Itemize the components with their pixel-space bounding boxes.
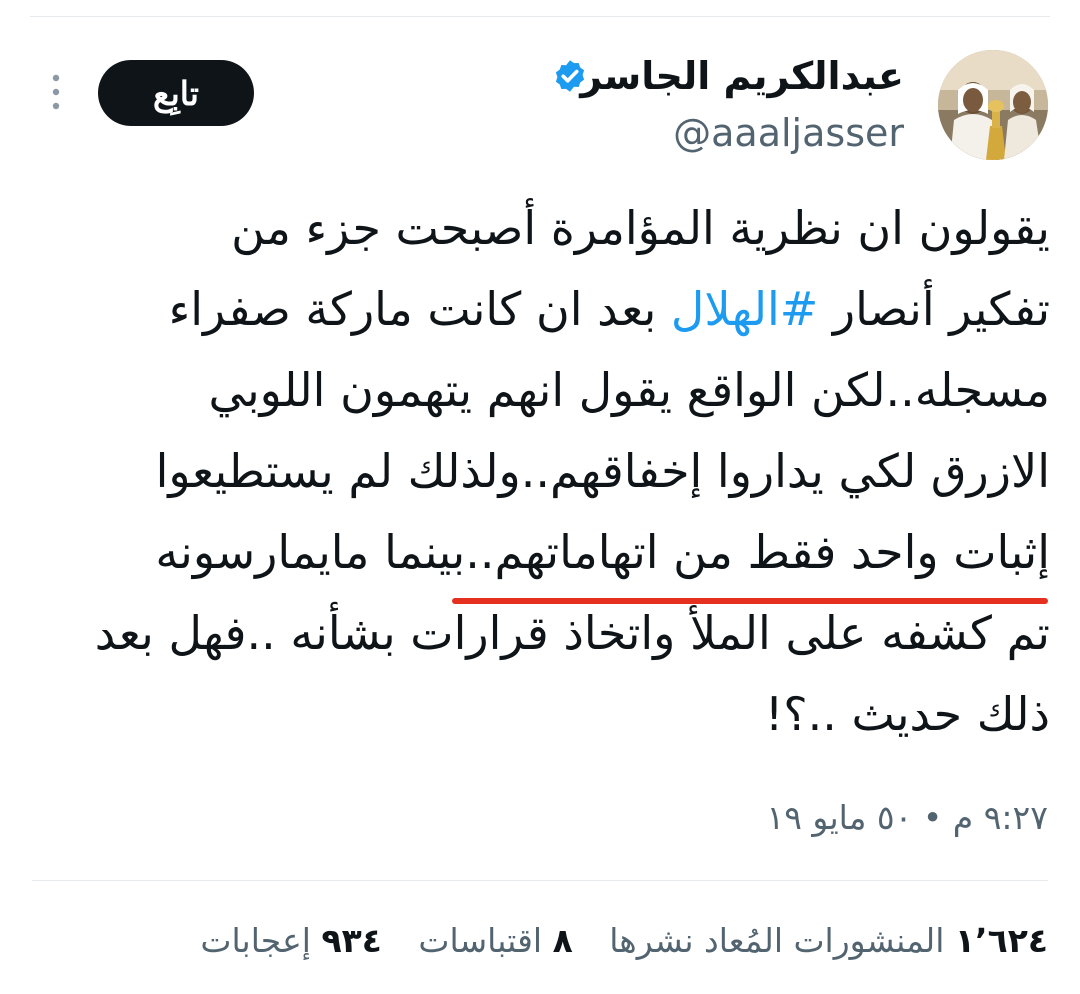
tweet-line: ذلك حديث ..؟! — [764, 687, 1050, 741]
tweet-line: إثبات واحد فقط من اتهاماتهم..بينما مايما… — [155, 525, 1050, 579]
verified-badge-icon — [555, 60, 585, 92]
tweet-timestamp[interactable]: ٩:٢٧ م • ٥٠ مايو ١٩ — [766, 796, 1048, 840]
tweet-text: يقولون ان نظرية المؤامرة أصبحت جزء من تف… — [30, 188, 1050, 755]
quotes-label: اقتباسات — [418, 921, 543, 960]
red-underline-annotation — [452, 598, 1048, 604]
tweet-card: عبدالكريم الجاسر @aaaljasser تابِع يقولو… — [0, 0, 1080, 994]
tweet-text-segment: تفكير أنصار — [818, 282, 1050, 336]
likes-count: ٩٣٤ — [321, 921, 382, 960]
hashtag-link[interactable]: #الهلال — [671, 282, 818, 336]
likes-stat[interactable]: ٩٣٤ إعجابات — [200, 921, 381, 960]
quotes-count: ٨ — [552, 921, 573, 960]
handle[interactable]: @aaaljasser — [673, 108, 904, 158]
top-divider — [30, 16, 1050, 17]
reposts-count: ١٬٦٢٤ — [954, 921, 1048, 960]
tweet-line: الازرق لكي يداروا إخفاقهم..ولذلك لم يستط… — [155, 444, 1050, 498]
avatar[interactable] — [938, 50, 1048, 160]
tweet-line: يقولون ان نظرية المؤامرة أصبحت جزء من — [231, 201, 1050, 255]
quotes-stat[interactable]: ٨ اقتباسات — [418, 921, 572, 960]
tweet-line: مسجله..لكن الواقع يقول انهم يتهمون اللوب… — [208, 363, 1050, 417]
tweet-line: تفكير أنصار #الهلال بعد ان كانت ماركة صف… — [30, 269, 1050, 350]
tweet-text-segment: بعد ان كانت ماركة صفراء — [168, 282, 671, 336]
more-vertical-icon[interactable] — [46, 70, 66, 120]
engagement-stats: ١٬٦٢٤ المنشورات المُعاد نشرها ٨ اقتباسات… — [174, 918, 1048, 964]
bottom-divider — [32, 880, 1048, 881]
reposts-stat[interactable]: ١٬٦٢٤ المنشورات المُعاد نشرها — [609, 921, 1048, 960]
reposts-label: المنشورات المُعاد نشرها — [609, 921, 945, 960]
tweet-line: تم كشفه على الملأ واتخاذ قرارات بشأنه ..… — [94, 606, 1050, 660]
likes-label: إعجابات — [200, 921, 311, 960]
follow-button[interactable]: تابِع — [98, 60, 254, 126]
profile-photo — [938, 50, 1048, 160]
display-name[interactable]: عبدالكريم الجاسر — [580, 52, 904, 100]
